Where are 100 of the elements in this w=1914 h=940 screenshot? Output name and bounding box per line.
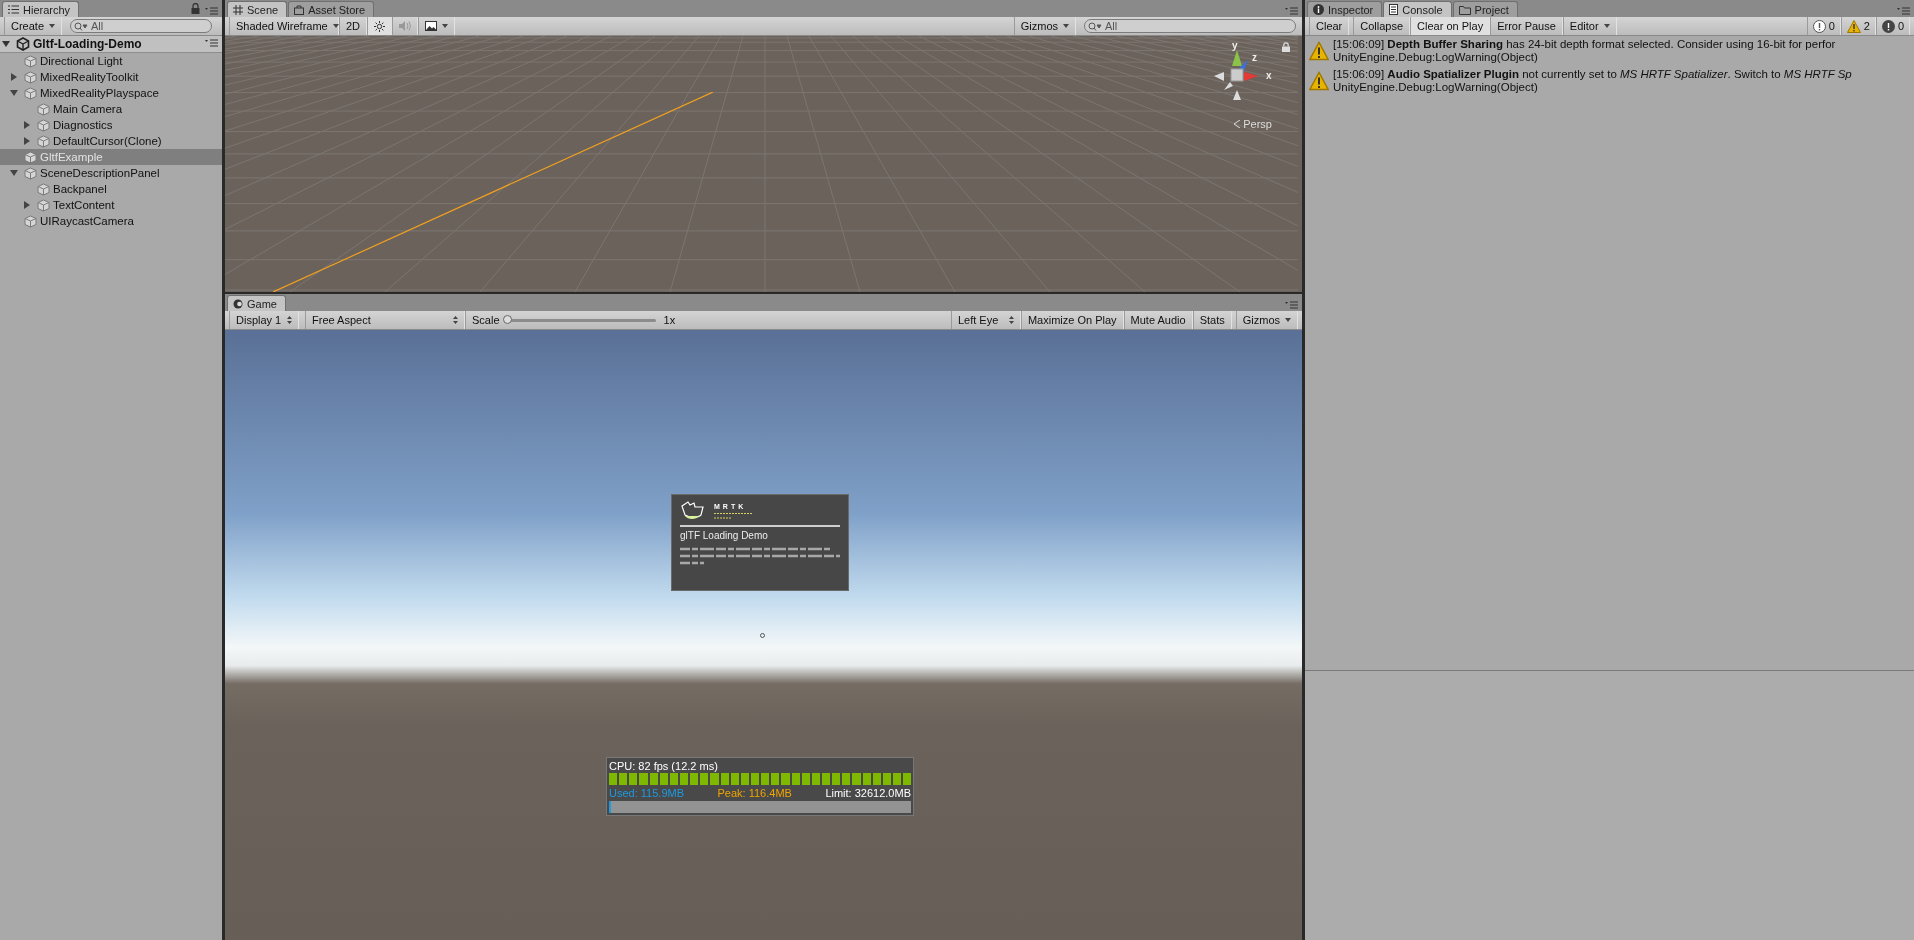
- grid-icon: [233, 4, 243, 15]
- tab[interactable]: Asset Store: [288, 1, 375, 17]
- count-toggle[interactable]: 0: [1875, 17, 1910, 35]
- cube-icon: [24, 150, 37, 164]
- list-icon: [8, 5, 19, 14]
- toolbar-button[interactable]: Clear: [1309, 17, 1350, 35]
- search-field[interactable]: All: [70, 19, 213, 33]
- sun-icon: [374, 20, 386, 32]
- bag-icon: [294, 4, 305, 15]
- hierarchy-item[interactable]: Directional Light: [0, 53, 222, 69]
- log-source: UnityEngine.Debug:LogWarning(Object): [1333, 81, 1539, 94]
- peak-memory: Peak: 116.4MB: [717, 786, 792, 801]
- perspective-icon: [1233, 120, 1242, 128]
- card-title: glTF Loading Demo: [680, 530, 769, 541]
- display-dropdown[interactable]: Display 1: [229, 311, 299, 329]
- eye-dropdown[interactable]: Left Eye: [950, 311, 1021, 329]
- slider-thumb[interactable]: [502, 314, 512, 324]
- memory-limit: Limit: 32612.0MB: [825, 786, 911, 801]
- used-memory: Used: 115.9MB: [609, 786, 684, 801]
- hierarchy-tab[interactable]: Hierarchy: [2, 1, 80, 17]
- cube-icon: [24, 86, 37, 100]
- search-field[interactable]: All: [1084, 19, 1296, 33]
- unity-logo-icon: [16, 37, 30, 51]
- log-entry[interactable]: [15:06:09] Audio Spatializer Plugin not currently set to MS HRTF Spatializer. Switch to MS HRTF Sp UnityEngine.Debug:LogWarning(Object): [1305, 66, 1914, 96]
- scale-label: Scale: [472, 314, 500, 326]
- updown-icon: [287, 316, 292, 324]
- tab[interactable]: Project: [1452, 1, 1518, 17]
- menu-icon: [1897, 7, 1910, 15]
- toolbar-button[interactable]: Mute Audio: [1123, 311, 1193, 329]
- caret-icon: [1285, 318, 1291, 322]
- log-message: [15:06:09] Audio Spatializer Plugin not currently set to MS HRTF Spatializer. Switch to MS HRTF Sp: [1333, 68, 1852, 81]
- gizmos-dropdown[interactable]: Gizmos: [1235, 311, 1298, 329]
- caret-icon: [1063, 24, 1069, 28]
- cpu-text: CPU: 82 fps (12.2 ms): [609, 759, 719, 773]
- cube-icon: [37, 102, 50, 116]
- cube-icon: [37, 118, 50, 132]
- axis-label: x: [1266, 70, 1272, 81]
- cube-icon: [37, 182, 50, 196]
- hierarchy-item[interactable]: MixedRealityToolkit: [0, 69, 222, 85]
- menu-icon: [205, 39, 218, 47]
- hierarchy-item[interactable]: TextContent: [0, 197, 222, 213]
- tab[interactable]: Console: [1383, 1, 1452, 17]
- collapsed-arrow-icon: [10, 73, 18, 81]
- warning-icon: [1309, 69, 1329, 93]
- cube-icon: [24, 214, 37, 228]
- projection-label[interactable]: Persp: [1233, 118, 1272, 130]
- log-source: UnityEngine.Debug:LogWarning(Object): [1333, 51, 1539, 64]
- create-dropdown[interactable]: Create: [4, 17, 63, 35]
- expanded-arrow-icon: [2, 40, 10, 48]
- cube-icon: [24, 54, 37, 68]
- lighting-toggle[interactable]: [367, 17, 393, 35]
- warning-icon: [1846, 19, 1861, 33]
- tab[interactable]: Game: [227, 295, 286, 311]
- toolbar-button[interactable]: Clear on Play: [1410, 17, 1491, 35]
- caret-icon: [49, 24, 56, 28]
- updown-icon: [1008, 316, 1014, 324]
- warning-icon: [1309, 39, 1329, 63]
- hierarchy-item[interactable]: Main Camera: [0, 101, 222, 117]
- logo-icon: [680, 500, 706, 522]
- axis-label: z: [1252, 52, 1257, 63]
- axis-label: y: [1232, 40, 1238, 51]
- speaker-icon: [399, 21, 412, 31]
- log-entry[interactable]: [15:06:09] Depth Buffer Sharing has 24-bit depth format selected. Consider using 16-bit for perfor UnityEngine.Debug:LogWarning(Object): [1305, 36, 1914, 66]
- cube-icon: [24, 70, 37, 84]
- cube-icon: [24, 166, 37, 180]
- hierarchy-item[interactable]: Diagnostics: [0, 117, 222, 133]
- expanded-arrow-icon: [10, 169, 18, 177]
- folder-icon: [1458, 4, 1471, 15]
- hierarchy-item[interactable]: UIRaycastCamera: [0, 213, 222, 229]
- lock-icon: [1282, 42, 1290, 52]
- audio-toggle[interactable]: [392, 17, 419, 35]
- count-toggle[interactable]: 0: [1806, 17, 1841, 35]
- hierarchy-item[interactable]: DefaultCursor(Clone): [0, 133, 222, 149]
- hierarchy-item[interactable]: Backpanel: [0, 181, 222, 197]
- effects-dropdown[interactable]: [418, 17, 456, 35]
- search-icon: [74, 22, 89, 31]
- image-icon: [425, 21, 438, 31]
- expanded-arrow-icon: [10, 89, 18, 97]
- toolbar-button[interactable]: Error Pause: [1490, 17, 1563, 35]
- cube-icon: [37, 134, 50, 148]
- scale-value: 1x: [663, 314, 676, 326]
- info-icon: [1812, 19, 1826, 33]
- log-message: [15:06:09] Depth Buffer Sharing has 24-bit depth format selected. Consider using 16-bit for perfor: [1333, 38, 1836, 51]
- gizmos-dropdown[interactable]: Gizmos: [1013, 17, 1076, 35]
- caret-icon: [332, 24, 339, 28]
- menu-icon: [205, 7, 218, 15]
- menu-icon: [1285, 7, 1298, 15]
- updown-icon: [453, 316, 458, 324]
- aspect-dropdown[interactable]: Free Aspect: [305, 311, 465, 329]
- toolbar-button[interactable]: Maximize On Play: [1020, 311, 1124, 329]
- hierarchy-item[interactable]: SceneDescriptionPanel: [0, 165, 222, 181]
- scene-name: Gltf-Loading-Demo: [33, 37, 142, 51]
- editor-dropdown[interactable]: Editor: [1562, 17, 1617, 35]
- cube-icon: [37, 198, 50, 212]
- count-toggle[interactable]: 2: [1840, 17, 1876, 35]
- toolbar-button[interactable]: Stats: [1192, 311, 1232, 329]
- tab[interactable]: Scene: [227, 1, 288, 17]
- hierarchy-item[interactable]: MixedRealityPlayspace: [0, 85, 222, 101]
- tab[interactable]: Inspector: [1307, 1, 1383, 17]
- draw-mode-dropdown[interactable]: Shaded Wireframe: [229, 17, 339, 35]
